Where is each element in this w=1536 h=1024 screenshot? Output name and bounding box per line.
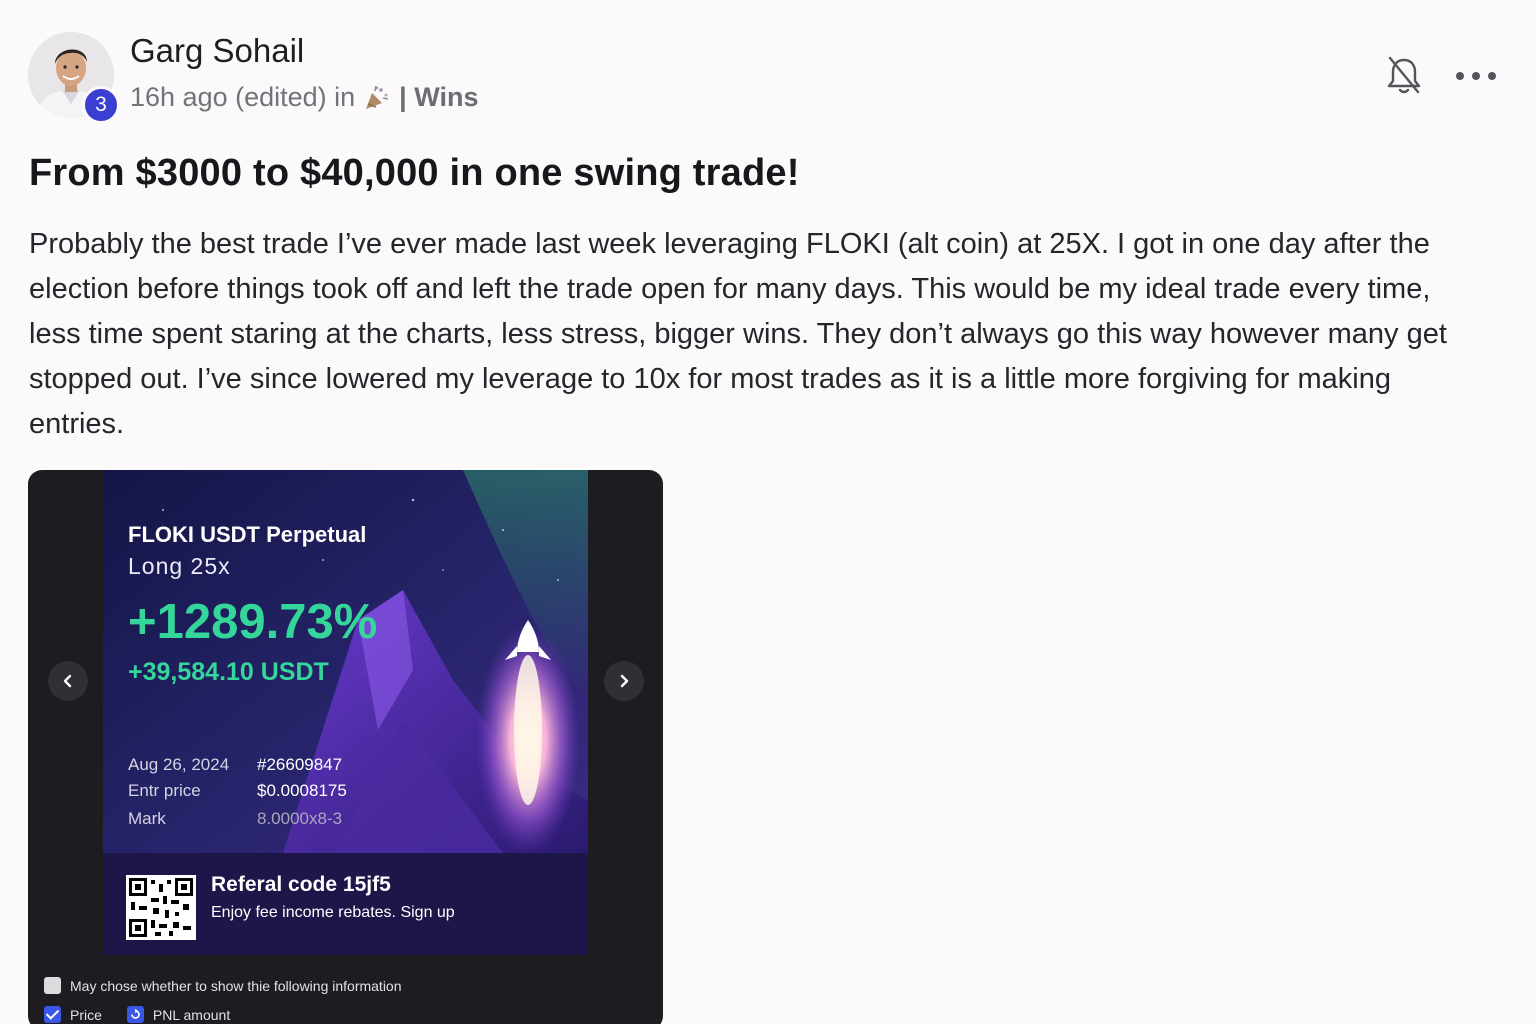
pnl-amount: +39,584.10 USDT xyxy=(128,658,329,686)
price-option-label: Price xyxy=(70,1006,102,1023)
level-badge: 3 xyxy=(82,86,120,124)
trade-side: Long 25x xyxy=(128,553,231,579)
pnl-percent: +1289.73% xyxy=(128,595,378,649)
price-checkbox[interactable] xyxy=(44,1006,61,1023)
referral-subtext: Enjoy fee income rebates. Sign up xyxy=(211,904,455,921)
post-timestamp: 16h ago (edited) in xyxy=(130,82,356,112)
referral-code: Referal code 15jf5 xyxy=(211,873,391,896)
trade-pair: FLOKI USDT Perpetual xyxy=(128,522,367,547)
display-options-label: May chose whether to show thie following… xyxy=(70,977,402,994)
author-name[interactable]: Garg Sohail xyxy=(130,32,304,70)
more-options-button[interactable] xyxy=(1456,62,1496,90)
post-title: From $3000 to $40,000 in one swing trade… xyxy=(29,152,800,194)
pnl-amount-icon[interactable] xyxy=(126,1006,144,1023)
carousel-next-button[interactable] xyxy=(604,661,644,701)
bell-off-icon xyxy=(1387,56,1421,94)
category-link[interactable]: | Wins xyxy=(399,82,478,113)
display-options-row: Price PNL amount xyxy=(44,1006,230,1023)
post-body: Probably the best trade I’ve ever made l… xyxy=(29,228,1447,440)
qr-code xyxy=(126,875,196,940)
party-popper-icon xyxy=(363,84,391,112)
notification-toggle-button[interactable] xyxy=(1384,54,1424,98)
trade-pnl-card[interactable]: FLOKI USDT Perpetual Long 25x +1289.73% … xyxy=(103,470,588,955)
referral-footer: Referal code 15jf5 Enjoy fee income reba… xyxy=(103,853,588,955)
author-avatar-wrap[interactable]: 3 xyxy=(28,32,120,124)
mark-price-label: Mark xyxy=(128,809,166,828)
pnl-option-label: PNL amount xyxy=(152,1006,231,1023)
entry-price-label: Entr price xyxy=(128,781,201,800)
order-id: #26609847 xyxy=(257,755,343,774)
entry-price-value: $0.0008175 xyxy=(257,781,347,800)
post-header: 3 Garg Sohail 16h ago (edited) in | Wins xyxy=(28,32,1508,124)
display-options-header: May chose whether to show thie following… xyxy=(44,977,402,994)
post-meta: 16h ago (edited) in | Wins xyxy=(130,82,478,113)
image-carousel[interactable]: FLOKI USDT Perpetual Long 25x +1289.73% … xyxy=(28,470,663,1024)
trade-date: Aug 26, 2024 xyxy=(128,755,230,774)
show-info-checkbox[interactable] xyxy=(44,977,61,994)
chevron-left-icon xyxy=(63,674,72,688)
chevron-right-icon xyxy=(620,674,629,688)
carousel-prev-button[interactable] xyxy=(48,661,88,701)
mark-price-value: 8.0000x8-3 xyxy=(257,809,343,828)
more-horizontal-icon xyxy=(1456,72,1464,80)
